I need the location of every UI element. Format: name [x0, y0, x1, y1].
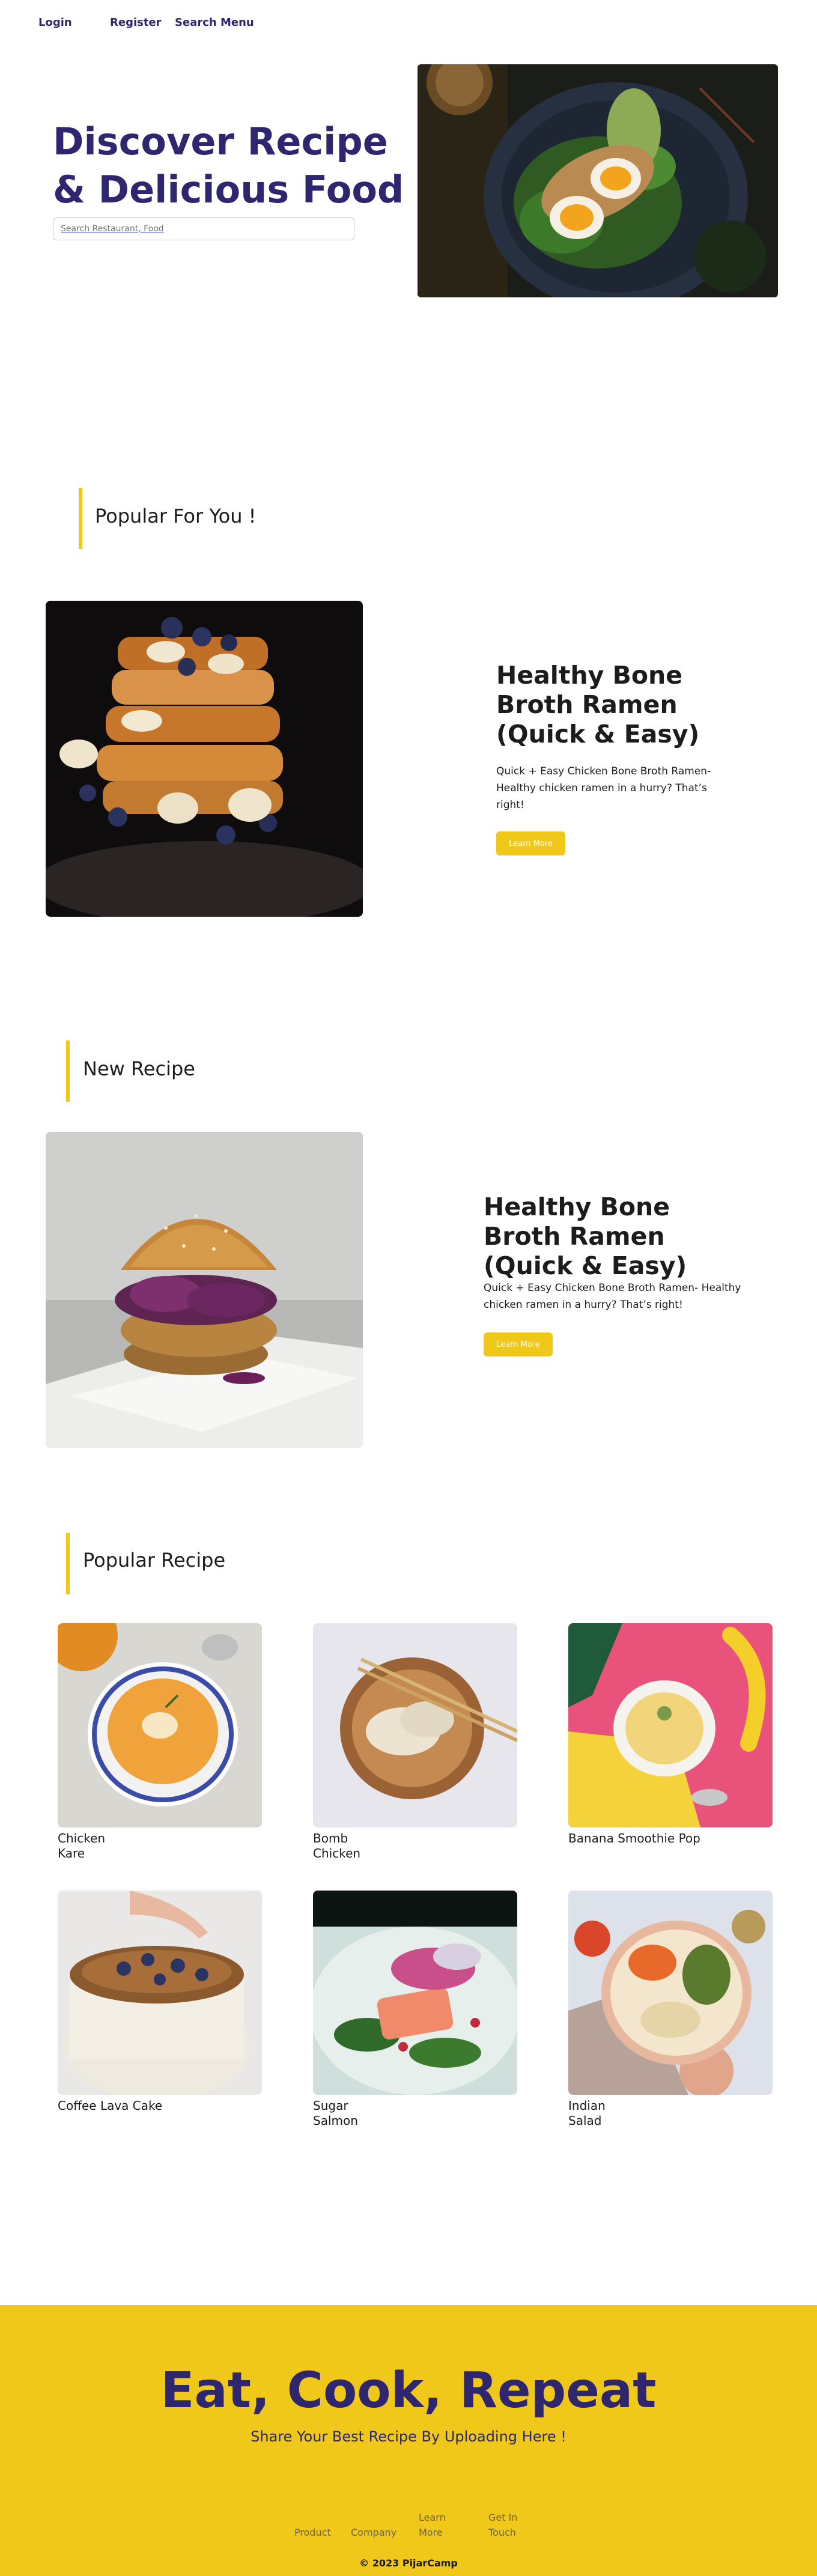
popular-for-you-learn-more-button[interactable]: Learn More [496, 831, 565, 855]
recipe-card-image[interactable] [313, 1891, 517, 2095]
recipe-card-label[interactable]: Sugar Salmon [313, 2098, 379, 2128]
footer-link-learn-more[interactable]: Learn More [419, 2510, 452, 2540]
recipe-card-banana-smoothie-pop[interactable]: Banana Smoothie Pop [568, 1623, 773, 1846]
recipe-card-image[interactable] [58, 1891, 262, 2095]
new-recipe-heading: New Recipe [83, 1057, 195, 1080]
recipe-card-label[interactable]: Banana Smoothie Pop [568, 1831, 700, 1846]
new-recipe-accent-bar [66, 1040, 70, 1102]
footer-link-product[interactable]: Product [294, 2525, 331, 2540]
recipe-card-image[interactable] [568, 1623, 773, 1827]
hero-title-line-1: Discover Recipe [53, 120, 388, 163]
new-recipe-image-burger [46, 1132, 363, 1448]
recipe-card-label[interactable]: Indian Salad [568, 2098, 634, 2128]
new-recipe-description: Quick + Easy Chicken Bone Broth Ramen- H… [484, 1282, 741, 1311]
hero-title-line-2: & Delicious Food [53, 168, 404, 211]
recipe-card-image[interactable] [58, 1623, 262, 1827]
footer: Eat, Cook, Repeat Share Your Best Recipe… [0, 2305, 817, 2576]
nav-login-link[interactable]: Login [38, 16, 72, 29]
recipe-card-image[interactable] [568, 1891, 773, 2095]
popular-recipe-accent-bar [66, 1533, 70, 1594]
popular-for-you-recipe-description: Quick + Easy Chicken Bone Broth Ramen- H… [496, 765, 711, 811]
popular-recipe-heading: Popular Recipe [83, 1549, 226, 1572]
hero-image-egg-toast [418, 64, 778, 297]
hero-title: Discover Recipe & Delicious Food [53, 118, 404, 214]
footer-title: Eat, Cook, Repeat [160, 2362, 657, 2419]
recipe-card-label[interactable]: Bomb Chicken [313, 1831, 379, 1861]
recipe-card-sugar-salmon[interactable]: Sugar Salmon [313, 1891, 517, 2128]
nav-register-link[interactable]: Register [110, 16, 162, 29]
footer-copyright: © 2023 PijarCamp [359, 2557, 458, 2569]
recipe-card-chicken-kare[interactable]: Chicken Kare [58, 1623, 262, 1861]
popular-for-you-accent-bar [79, 488, 82, 549]
popular-for-you-recipe-title: Healthy Bone Broth Ramen (Quick & Easy) [496, 661, 700, 749]
nav-search-menu-link[interactable]: Search Menu [175, 16, 254, 29]
popular-for-you-image-french-toast [46, 601, 363, 917]
new-recipe-title: Healthy Bone Broth Ramen (Quick & Easy) [484, 1192, 687, 1280]
recipe-card-coffee-lava-cake[interactable]: Coffee Lava Cake [58, 1891, 262, 2113]
recipe-card-bomb-chicken[interactable]: Bomb Chicken [313, 1623, 517, 1861]
footer-link-get-in-touch[interactable]: Get In Touch [488, 2510, 521, 2540]
search-input[interactable] [53, 217, 354, 240]
recipe-card-indian-salad[interactable]: Indian Salad [568, 1891, 773, 2128]
new-recipe-learn-more-button[interactable]: Learn More [484, 1332, 553, 1356]
recipe-card-label[interactable]: Coffee Lava Cake [58, 2098, 214, 2113]
popular-for-you-heading: Popular For You ! [95, 505, 257, 527]
footer-link-company[interactable]: Company [351, 2525, 396, 2540]
recipe-card-label[interactable]: Chicken Kare [58, 1831, 124, 1861]
footer-subtitle: Share Your Best Recipe By Uploading Here… [251, 2428, 566, 2445]
recipe-card-image[interactable] [313, 1623, 517, 1827]
